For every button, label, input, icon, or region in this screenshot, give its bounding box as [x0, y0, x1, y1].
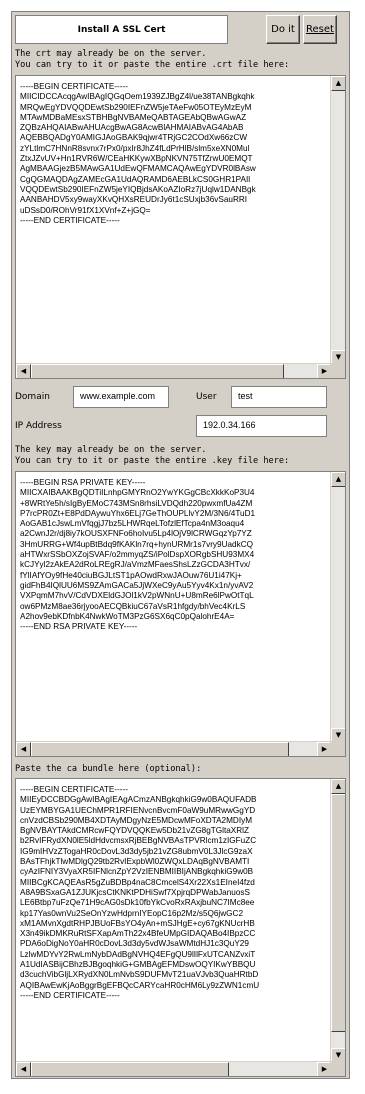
scroll-thumb[interactable] [31, 742, 289, 756]
key-vertical-scrollbar[interactable]: ▲ ▼ [330, 472, 345, 743]
ssl-cert-form: Install A SSL Cert Do it Reset The crt m… [11, 11, 350, 1079]
scroll-corner [330, 1061, 345, 1076]
form-title: Install A SSL Cert [15, 15, 228, 44]
form-header: Install A SSL Cert Do it Reset [12, 12, 349, 46]
do-it-button[interactable]: Do it [266, 15, 300, 44]
scroll-left-icon[interactable]: ◀ [16, 1062, 31, 1076]
domain-user-row: Domain www.example.com User test [12, 383, 349, 411]
ca-hint: Paste the ca bundle here (optional): [15, 764, 202, 774]
crt-horizontal-scrollbar[interactable]: ◀ ▶ [16, 363, 332, 378]
reset-button[interactable]: Reset [303, 15, 337, 44]
crt-hint: The crt may already be on the server. Yo… [15, 49, 290, 70]
user-input[interactable]: test [231, 386, 327, 408]
header-spacer [231, 15, 263, 44]
ip-address-input[interactable]: 192.0.34.166 [196, 415, 327, 437]
domain-input[interactable]: www.example.com [73, 386, 169, 408]
scroll-thumb[interactable] [331, 794, 345, 1032]
key-textarea-content: -----BEGIN RSA PRIVATE KEY----- MIICXAIB… [20, 478, 256, 632]
ip-address-label: IP Address [15, 421, 62, 431]
key-hint: The key may already be on the server. Yo… [15, 445, 290, 466]
crt-textarea-content: -----BEGIN CERTIFICATE----- MIICIDCCAcqg… [20, 82, 256, 225]
ip-row: IP Address 192.0.34.166 [12, 412, 349, 440]
key-horizontal-scrollbar[interactable]: ◀ ▶ [16, 741, 332, 756]
domain-label: Domain [15, 392, 50, 402]
user-label: User [196, 392, 217, 402]
scroll-corner [330, 363, 345, 378]
ca-textarea[interactable]: -----BEGIN CERTIFICATE----- MIIEyDCCBDGg… [15, 778, 346, 1077]
crt-vertical-scrollbar[interactable]: ▲ ▼ [330, 76, 345, 365]
scroll-corner [330, 741, 345, 756]
scroll-up-icon[interactable]: ▲ [331, 472, 345, 487]
crt-textarea[interactable]: -----BEGIN CERTIFICATE----- MIICIDCCAcqg… [15, 75, 346, 379]
scroll-up-icon[interactable]: ▲ [331, 779, 345, 794]
scroll-up-icon[interactable]: ▲ [331, 76, 345, 91]
ca-vertical-scrollbar[interactable]: ▲ ▼ [330, 779, 345, 1063]
scroll-left-icon[interactable]: ◀ [16, 364, 31, 378]
scroll-left-icon[interactable]: ◀ [16, 742, 31, 756]
ca-horizontal-scrollbar[interactable]: ◀ ▶ [16, 1061, 332, 1076]
scroll-thumb[interactable] [31, 1062, 229, 1076]
ca-textarea-content: -----BEGIN CERTIFICATE----- MIIEyDCCBDGg… [20, 785, 260, 1000]
scroll-thumb[interactable] [31, 364, 284, 378]
key-textarea[interactable]: -----BEGIN RSA PRIVATE KEY----- MIICXAIB… [15, 471, 346, 757]
